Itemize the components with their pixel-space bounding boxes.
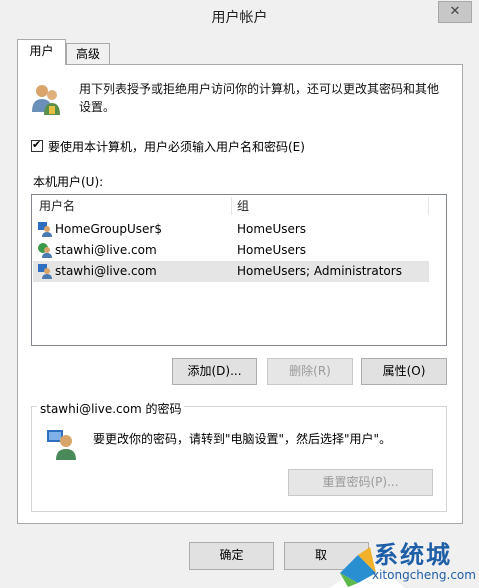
user-group-icon xyxy=(38,222,52,237)
column-divider[interactable] xyxy=(428,197,429,215)
user-password-icon xyxy=(47,430,76,460)
column-header-group[interactable]: 组 xyxy=(237,195,249,217)
users-list[interactable]: 用户名 组 HomeGroupUser$ HomeUsers stawhi@li… xyxy=(31,194,447,346)
reset-password-button[interactable]: 重置密码(P)... xyxy=(288,469,433,496)
user-group: HomeUsers xyxy=(237,222,307,236)
tab-advanced[interactable]: 高级 xyxy=(66,43,110,65)
watermark-url: xitongcheng.com xyxy=(372,568,476,582)
column-divider[interactable] xyxy=(231,197,232,215)
column-header-username[interactable]: 用户名 xyxy=(39,195,75,217)
users-icon xyxy=(32,85,60,115)
properties-button[interactable]: 属性(O) xyxy=(361,358,447,385)
user-group-icon xyxy=(38,264,52,279)
password-info-text: 要更改你的密码，请转到"电脑设置"，然后选择"用户"。 xyxy=(93,432,392,446)
window-title: 用户帐户 xyxy=(211,10,268,26)
tab-users[interactable]: 用户 xyxy=(17,39,66,65)
remove-button[interactable]: 删除(R) xyxy=(267,358,353,385)
user-row[interactable]: stawhi@live.com HomeUsers xyxy=(33,240,429,261)
user-group: HomeUsers xyxy=(237,243,307,257)
user-group: HomeUsers; Administrators xyxy=(237,264,402,278)
user-online-icon xyxy=(38,243,52,258)
intro-text: 用下列表授予或拒绝用户访问你的计算机，还可以更改其密码和其他设置。 xyxy=(79,82,440,114)
password-group-title: stawhi@live.com 的密码 xyxy=(37,400,185,417)
user-row-selected[interactable]: stawhi@live.com HomeUsers; Administrator… xyxy=(33,261,429,282)
close-button[interactable]: ✕ xyxy=(438,1,472,23)
password-group xyxy=(31,406,447,512)
check-icon: ✔ xyxy=(32,138,42,151)
ok-button[interactable]: 确定 xyxy=(189,542,274,570)
user-name: stawhi@live.com xyxy=(55,264,157,278)
user-name: stawhi@live.com xyxy=(55,243,157,257)
require-login-checkbox[interactable]: ✔ xyxy=(31,138,43,152)
close-icon: ✕ xyxy=(449,4,461,19)
require-login-label[interactable]: 要使用本计算机，用户必须输入用户名和密码(E) xyxy=(48,138,305,155)
add-button[interactable]: 添加(D)... xyxy=(172,358,257,385)
user-name: HomeGroupUser$ xyxy=(55,222,162,236)
user-row[interactable]: HomeGroupUser$ HomeUsers xyxy=(33,219,429,240)
local-users-label: 本机用户(U): xyxy=(33,175,104,189)
watermark-text: 系统城 xyxy=(374,541,452,569)
